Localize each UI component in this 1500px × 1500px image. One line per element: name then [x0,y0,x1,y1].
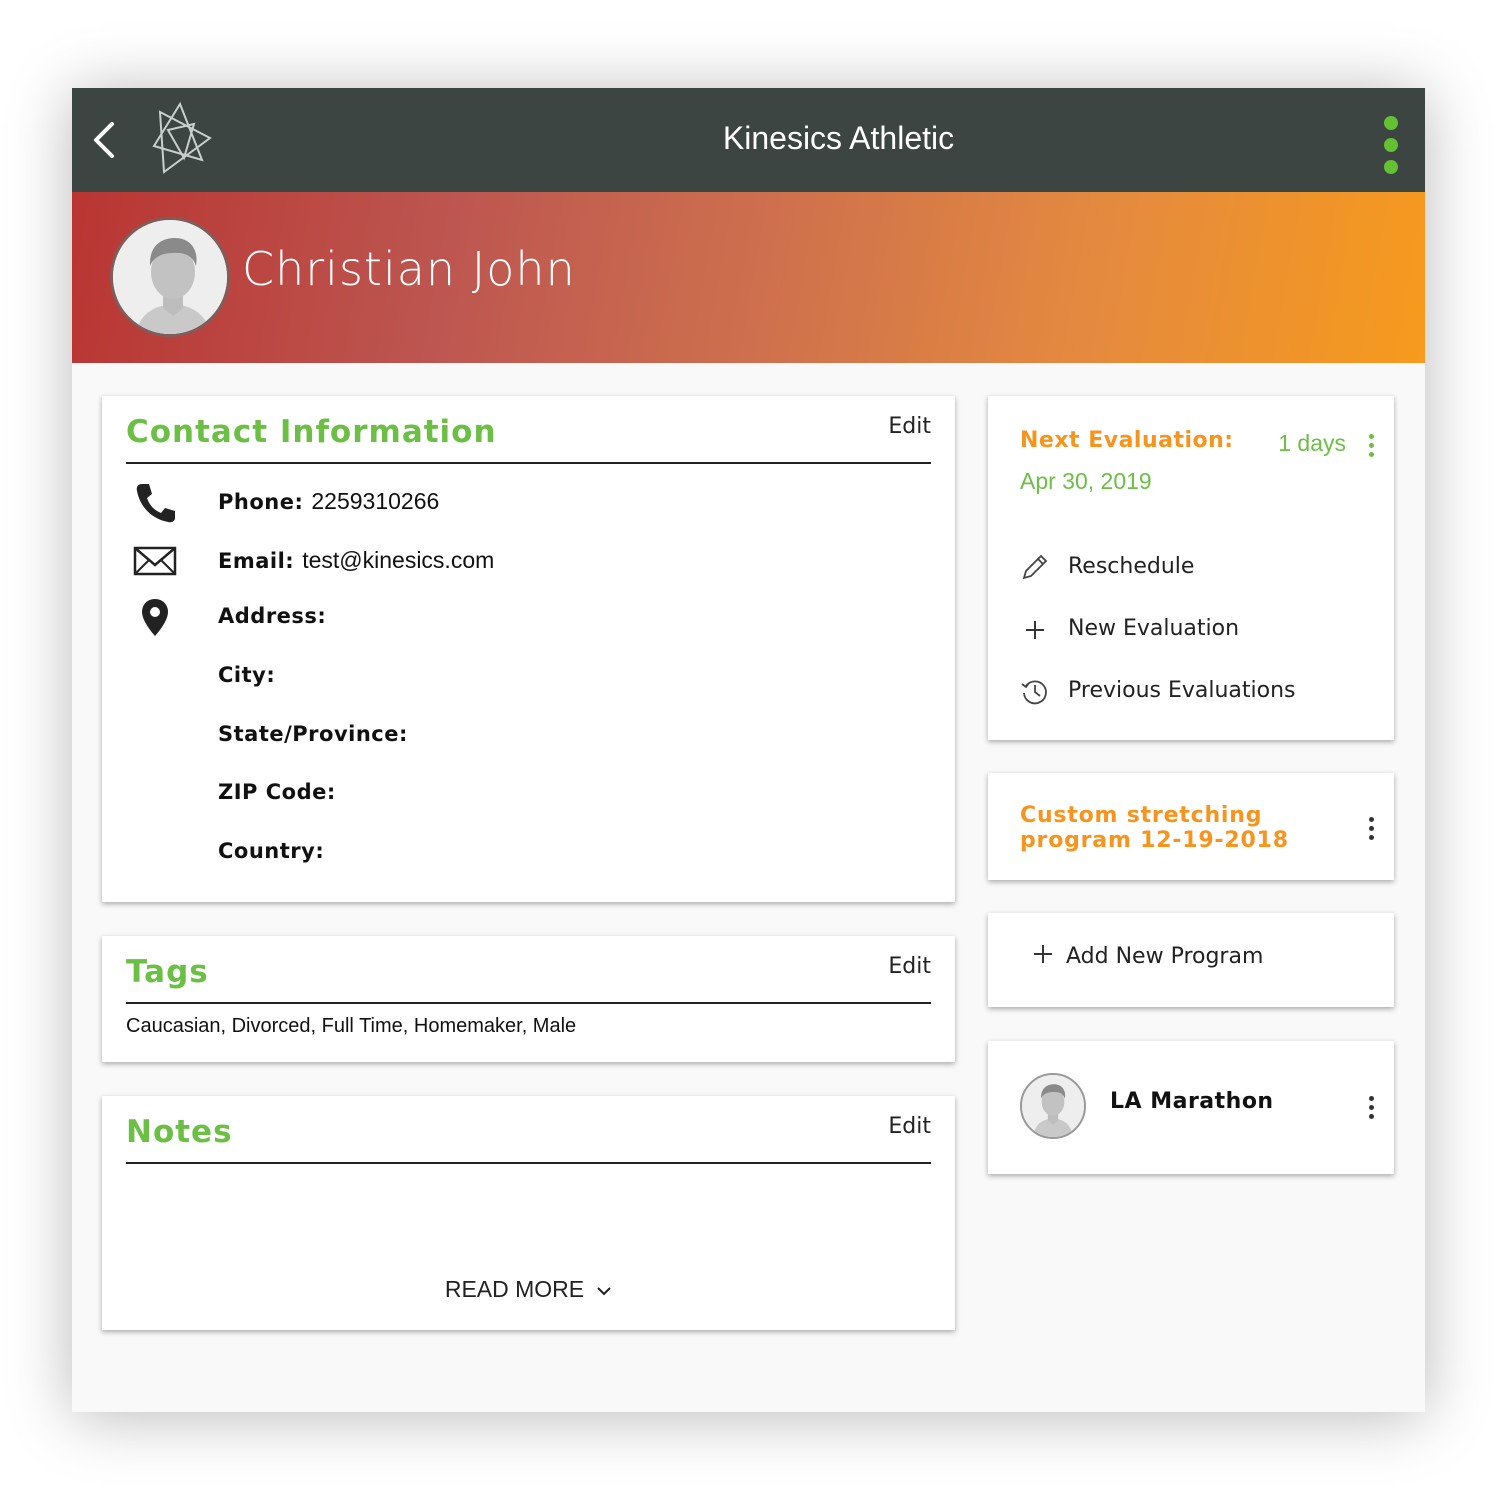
app-title: Kinesics Athletic [722,120,955,156]
reschedule-button[interactable]: Reschedule [1020,548,1320,588]
read-more-button[interactable]: READ MORE [102,1276,955,1303]
menu-dot [1368,826,1374,831]
program-card[interactable]: Custom stretching program 12-19-2018 [988,773,1394,880]
add-new-program-button[interactable]: Add New Program [1032,943,1263,969]
tags-card: Tags Edit Caucasian, Divorced, Full Time… [102,936,955,1062]
phone-value[interactable]: 2259310266 [311,488,439,514]
state-label: State/Province: [218,722,408,746]
event-card[interactable]: LA Marathon [988,1041,1394,1174]
menu-dot [1384,160,1398,174]
plus-icon [1034,945,1052,963]
tags-list: Caucasian, Divorced, Full Time, Homemake… [126,1015,577,1037]
profile-name: Christian John [242,242,576,296]
program-title: Custom stretching program 12-19-2018 [1020,803,1289,853]
phone-icon [136,484,175,523]
person-placeholder-icon [1022,1075,1084,1137]
state-row: State/Province: [218,722,408,746]
person-placeholder-icon [113,220,227,334]
evaluation-card: Next Evaluation: 1 days Apr 30, 2019 Res… [988,396,1394,740]
edit-notes-button[interactable]: Edit [888,1114,931,1139]
pencil-icon [1022,554,1048,580]
days-remaining: 1 days [1278,430,1346,456]
new-evaluation-label: New Evaluation [1068,616,1240,641]
new-evaluation-button[interactable]: New Evaluation [1020,610,1320,650]
reschedule-label: Reschedule [1068,554,1195,579]
menu-dot [1368,434,1374,439]
menu-dot [1368,443,1374,448]
menu-dot [1384,138,1398,152]
read-more-label: READ MORE [444,1276,585,1302]
add-program-card: Add New Program [988,913,1394,1007]
previous-evaluations-button[interactable]: Previous Evaluations [1020,672,1350,712]
menu-dot [1368,835,1374,840]
phone-row: Phone: 2259310266 [218,488,439,515]
history-icon [1021,680,1047,705]
divider [126,1162,931,1164]
envelope-icon [133,546,177,576]
zip-row: ZIP Code: [218,780,336,804]
email-row: Email: test@kinesics.com [218,547,494,574]
menu-dot [1384,116,1398,130]
location-pin-icon [142,599,168,636]
notes-card: Notes Edit READ MORE [102,1096,955,1330]
top-app-bar: Kinesics Athletic [72,88,1425,192]
menu-dot [1368,452,1374,457]
evaluation-date: Apr 30, 2019 [1020,468,1152,494]
menu-dot [1368,1096,1374,1101]
city-row: City: [218,663,275,687]
divider [126,1002,931,1004]
profile-banner: Christian John [72,192,1425,363]
event-avatar [1020,1073,1086,1139]
country-label: Country: [218,839,325,863]
menu-dot [1368,817,1374,822]
address-label: Address: [218,604,327,628]
card-title: Contact Information [126,414,497,450]
city-label: City: [218,663,276,687]
menu-dot [1368,1114,1374,1119]
edit-contact-button[interactable]: Edit [888,414,931,439]
email-label: Email: [218,549,295,573]
card-title: Notes [126,1114,233,1150]
evaluation-menu-button[interactable] [1363,434,1379,464]
next-evaluation-label: Next Evaluation: [1020,428,1234,453]
overflow-menu-button[interactable] [1379,116,1403,174]
contact-card: Contact Information Edit Phone: 225931026… [102,396,955,902]
card-title: Tags [126,954,209,990]
country-row: Country: [218,839,324,863]
zip-label: ZIP Code: [218,780,336,804]
email-value[interactable]: test@kinesics.com [302,547,494,573]
chevron-down-icon [597,1287,611,1296]
event-name: LA Marathon [1110,1089,1274,1114]
menu-dot [1368,1105,1374,1110]
app-window: Kinesics Athletic Christian John Contact… [72,88,1425,1412]
edit-tags-button[interactable]: Edit [888,954,931,979]
phone-label: Phone: [218,490,304,514]
event-menu-button[interactable] [1363,1096,1379,1126]
previous-evaluations-label: Previous Evaluations [1068,678,1296,703]
avatar[interactable] [110,217,230,337]
plus-icon [1026,621,1044,639]
divider [126,462,931,464]
add-new-program-label: Add New Program [1066,944,1264,969]
program-menu-button[interactable] [1363,817,1379,847]
address-row: Address: [218,604,326,628]
